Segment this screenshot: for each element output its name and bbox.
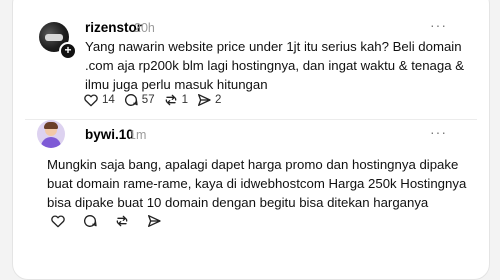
post-actions <box>50 213 178 229</box>
avatar-image <box>45 34 63 41</box>
heart-icon <box>84 94 98 107</box>
avatar-hair <box>44 122 58 129</box>
post-actions: 14 57 1 2 <box>83 92 229 108</box>
username[interactable]: bywi.10 <box>85 127 134 142</box>
more-options-icon[interactable]: ··· <box>430 17 447 33</box>
post-time: 20h <box>134 21 155 35</box>
repost-button[interactable] <box>114 213 130 229</box>
share-count: 2 <box>215 94 222 106</box>
avatar[interactable] <box>37 120 65 148</box>
avatar-body <box>41 137 61 148</box>
share-button[interactable] <box>146 213 162 229</box>
repost-icon <box>165 94 176 106</box>
post-text: Yang nawarin website price under 1jt itu… <box>85 39 465 92</box>
reply-button[interactable]: 57 <box>123 92 155 108</box>
follow-plus-icon[interactable]: + <box>59 42 77 60</box>
like-button[interactable]: 14 <box>83 92 115 108</box>
like-button[interactable] <box>50 213 66 229</box>
reply-count: 57 <box>141 94 155 106</box>
repost-button[interactable]: 1 <box>163 92 188 108</box>
more-options-icon[interactable]: ··· <box>430 124 447 140</box>
reply-button[interactable] <box>82 213 98 229</box>
share-button[interactable]: 2 <box>196 92 221 108</box>
repost-count: 1 <box>181 94 188 106</box>
post-divider <box>25 119 477 120</box>
comment-icon <box>84 215 97 227</box>
heart-icon <box>51 215 65 228</box>
like-count: 14 <box>102 94 115 106</box>
avatar[interactable]: + <box>39 22 77 60</box>
thread-card: + rizenstor 20h ··· Yang nawarin website… <box>12 0 490 280</box>
share-icon <box>198 94 211 106</box>
post-text: Mungkin saja bang, apalagi dapet harga p… <box>47 157 467 210</box>
post-time: 1m <box>129 128 147 142</box>
share-icon <box>148 215 161 227</box>
repost-icon <box>116 215 128 227</box>
comment-icon <box>124 94 138 106</box>
